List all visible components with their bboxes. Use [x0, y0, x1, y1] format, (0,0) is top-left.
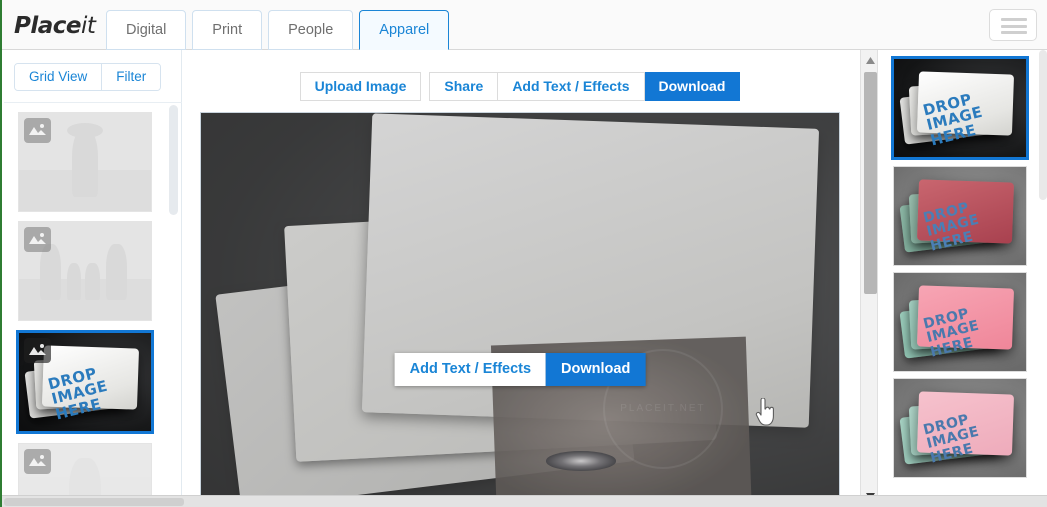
horizontal-scrollbar-thumb[interactable] [4, 498, 184, 506]
app-header: Placeit Digital Print People Apparel [2, 0, 1047, 50]
main-vertical-scrollbar[interactable] [860, 50, 878, 507]
right-rail-scrollbar-thumb[interactable] [1039, 50, 1047, 200]
left-panel-scrollbar-thumb[interactable] [169, 105, 178, 215]
left-panel-scrollbar[interactable] [169, 105, 178, 503]
main-scrollbar-thumb[interactable] [864, 72, 877, 294]
variant-item[interactable]: DROP IMAGE HERE [893, 272, 1027, 372]
toolbar-button-group: Upload Image Share Add Text / Effects Do… [299, 72, 741, 101]
main-editor-area: Upload Image Share Add Text / Effects Do… [183, 50, 857, 507]
tab-print[interactable]: Print [192, 10, 263, 50]
variant-item-selected[interactable]: DROP IMAGE HERE [891, 56, 1029, 160]
add-text-effects-button[interactable]: Add Text / Effects [498, 72, 645, 101]
upload-image-button[interactable]: Upload Image [299, 72, 422, 101]
tab-apparel[interactable]: Apparel [359, 10, 450, 50]
category-tabs: Digital Print People Apparel [106, 10, 455, 50]
tab-digital[interactable]: Digital [106, 10, 187, 50]
hamburger-line [1001, 31, 1027, 34]
photo-mountain-icon [24, 449, 51, 474]
logo-bold-part: Place [14, 13, 82, 39]
overlay-download-button[interactable]: Download [546, 353, 646, 386]
hamburger-menu-icon[interactable] [989, 9, 1037, 41]
photo-mountain-icon [24, 227, 51, 252]
list-item-selected[interactable]: DROP IMAGE HERE [16, 330, 154, 434]
logo-italic-part: it [81, 13, 96, 39]
variant-item[interactable]: DROP IMAGE HERE [893, 378, 1027, 478]
grid-view-button[interactable]: Grid View [15, 64, 102, 90]
right-rail-scrollbar[interactable] [1039, 50, 1047, 507]
overlay-add-text-effects-button[interactable]: Add Text / Effects [394, 353, 547, 386]
filter-button[interactable]: Filter [101, 64, 161, 90]
left-template-panel: Grid View Filter DROP IMAGE HERE [4, 50, 182, 507]
photo-mountain-icon [24, 118, 51, 143]
template-thumbnail-list: DROP IMAGE HERE DROP [4, 103, 182, 507]
horizontal-scrollbar[interactable] [2, 495, 1047, 507]
mockup-preview-canvas[interactable]: PLACEIT.NET Add Text / Effects Download [200, 112, 840, 507]
hamburger-line [1001, 18, 1027, 21]
variant-item[interactable]: DROP IMAGE HERE [893, 166, 1027, 266]
photo-mountain-icon [24, 338, 51, 363]
photo-eye-detail [545, 450, 616, 471]
triangle-up-icon[interactable] [861, 52, 879, 69]
tab-people[interactable]: People [268, 10, 354, 50]
placeit-app-window: Placeit Digital Print People Apparel Gri… [0, 0, 1047, 507]
list-item[interactable] [18, 112, 152, 212]
hamburger-line [1001, 24, 1027, 28]
editor-toolbar: Upload Image Share Add Text / Effects Do… [183, 72, 857, 101]
placeit-logo: Placeit [14, 13, 96, 39]
share-button[interactable]: Share [429, 72, 499, 101]
download-button[interactable]: Download [644, 72, 741, 101]
color-variant-rail: DROP IMAGE HERE DROP IMAGE HERE DROP IMA… [879, 50, 1047, 507]
left-panel-button-group: Grid View Filter [14, 63, 162, 91]
list-item[interactable] [18, 221, 152, 321]
canvas-overlay-actions: Add Text / Effects Download [394, 353, 646, 386]
